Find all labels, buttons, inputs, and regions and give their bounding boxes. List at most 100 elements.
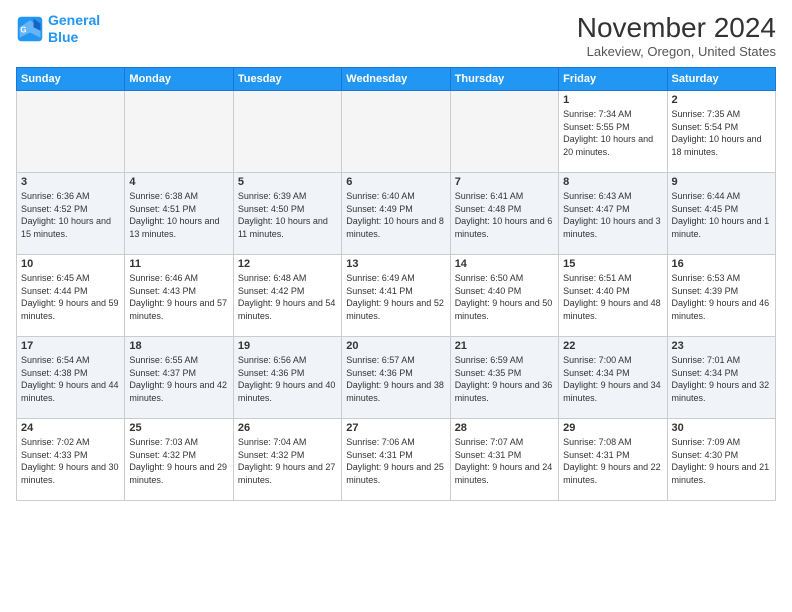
page: G General Blue November 2024 Lakeview, O… [0, 0, 792, 509]
calendar-cell-w3-d5: 14 Sunrise: 6:50 AM Sunset: 4:40 PM Dayli… [450, 255, 558, 337]
day-number: 3 [21, 176, 120, 188]
day-info: Sunrise: 6:53 AM Sunset: 4:39 PM Dayligh… [672, 272, 771, 322]
calendar-cell-w1-d7: 2 Sunrise: 7:35 AM Sunset: 5:54 PM Daylig… [667, 91, 775, 173]
logo: G General Blue [16, 12, 100, 46]
calendar-cell-w5-d6: 29Sunrise: 7:08 AM Sunset: 4:31 PM Dayli… [559, 419, 667, 501]
calendar-week-1: 1Sunrise: 7:34 AM Sunset: 5:55 PM Daylig… [17, 91, 776, 173]
calendar-cell-w4-d2: 18Sunrise: 6:55 AM Sunset: 4:37 PM Dayli… [125, 337, 233, 419]
col-monday: Monday [125, 68, 233, 91]
day-info: Sunrise: 6:56 AM Sunset: 4:36 PM Dayligh… [238, 354, 337, 404]
day-info: Sunrise: 7:35 AM Sunset: 5:54 PM Dayligh… [672, 108, 771, 158]
day-info: Sunrise: 7:06 AM Sunset: 4:31 PM Dayligh… [346, 436, 445, 486]
calendar-cell-w3-d3: 12 Sunrise: 6:48 AM Sunset: 4:42 PM Dayli… [233, 255, 341, 337]
day-number: 9 [672, 176, 771, 188]
day-info: Sunrise: 7:04 AM Sunset: 4:32 PM Dayligh… [238, 436, 337, 486]
day-info: Sunrise: 7:00 AM Sunset: 4:34 PM Dayligh… [563, 354, 662, 404]
day-info: Sunrise: 6:51 AM Sunset: 4:40 PM Dayligh… [563, 272, 662, 322]
calendar-cell-w4-d7: 23Sunrise: 7:01 AM Sunset: 4:34 PM Dayli… [667, 337, 775, 419]
day-number: 13 [346, 258, 445, 270]
day-number: 27 [346, 422, 445, 434]
calendar-week-4: 17 Sunrise: 6:54 AM Sunset: 4:38 PM Dayli… [17, 337, 776, 419]
day-number: 26 [238, 422, 337, 434]
day-info: Sunrise: 6:45 AM Sunset: 4:44 PM Dayligh… [21, 272, 120, 322]
calendar-cell-w1-d4 [342, 91, 450, 173]
day-info: Sunrise: 7:02 AM Sunset: 4:33 PM Dayligh… [21, 436, 120, 486]
day-number: 7 [455, 176, 554, 188]
day-info: Sunrise: 6:39 AM Sunset: 4:50 PM Dayligh… [238, 190, 337, 240]
calendar-cell-w5-d2: 25 Sunrise: 7:03 AM Sunset: 4:32 PM Dayli… [125, 419, 233, 501]
day-number: 12 [238, 258, 337, 270]
col-friday: Friday [559, 68, 667, 91]
day-number: 4 [129, 176, 228, 188]
calendar-cell-w4-d4: 20Sunrise: 6:57 AM Sunset: 4:36 PM Dayli… [342, 337, 450, 419]
day-info: Sunrise: 6:41 AM Sunset: 4:48 PM Dayligh… [455, 190, 554, 240]
col-sunday: Sunday [17, 68, 125, 91]
logo-line1: General [48, 12, 100, 28]
calendar-cell-w2-d2: 4 Sunrise: 6:38 AM Sunset: 4:51 PM Daylig… [125, 173, 233, 255]
day-number: 15 [563, 258, 662, 270]
calendar-cell-w3-d1: 10 Sunrise: 6:45 AM Sunset: 4:44 PM Dayli… [17, 255, 125, 337]
day-number: 10 [21, 258, 120, 270]
svg-text:G: G [20, 25, 26, 34]
calendar: Sunday Monday Tuesday Wednesday Thursday… [16, 67, 776, 501]
day-number: 2 [672, 94, 771, 106]
day-number: 24 [21, 422, 120, 434]
day-number: 16 [672, 258, 771, 270]
logo-line2: Blue [48, 29, 100, 46]
calendar-cell-w5-d7: 30 Sunrise: 7:09 AM Sunset: 4:30 PM Dayli… [667, 419, 775, 501]
day-info: Sunrise: 6:38 AM Sunset: 4:51 PM Dayligh… [129, 190, 228, 240]
day-number: 29 [563, 422, 662, 434]
col-tuesday: Tuesday [233, 68, 341, 91]
calendar-cell-w1-d6: 1Sunrise: 7:34 AM Sunset: 5:55 PM Daylig… [559, 91, 667, 173]
day-number: 1 [563, 94, 662, 106]
logo-text: General Blue [48, 12, 100, 46]
day-number: 21 [455, 340, 554, 352]
calendar-cell-w2-d5: 7 Sunrise: 6:41 AM Sunset: 4:48 PM Daylig… [450, 173, 558, 255]
calendar-cell-w3-d7: 16 Sunrise: 6:53 AM Sunset: 4:39 PM Dayli… [667, 255, 775, 337]
day-number: 11 [129, 258, 228, 270]
calendar-cell-w3-d6: 15 Sunrise: 6:51 AM Sunset: 4:40 PM Dayli… [559, 255, 667, 337]
day-info: Sunrise: 6:59 AM Sunset: 4:35 PM Dayligh… [455, 354, 554, 404]
day-info: Sunrise: 7:07 AM Sunset: 4:31 PM Dayligh… [455, 436, 554, 486]
col-wednesday: Wednesday [342, 68, 450, 91]
day-info: Sunrise: 6:55 AM Sunset: 4:37 PM Dayligh… [129, 354, 228, 404]
day-number: 17 [21, 340, 120, 352]
day-info: Sunrise: 6:46 AM Sunset: 4:43 PM Dayligh… [129, 272, 228, 322]
calendar-cell-w5-d1: 24 Sunrise: 7:02 AM Sunset: 4:33 PM Dayli… [17, 419, 125, 501]
calendar-week-2: 3 Sunrise: 6:36 AM Sunset: 4:52 PM Daylig… [17, 173, 776, 255]
calendar-cell-w1-d5 [450, 91, 558, 173]
day-info: Sunrise: 6:43 AM Sunset: 4:47 PM Dayligh… [563, 190, 662, 240]
calendar-cell-w3-d2: 11 Sunrise: 6:46 AM Sunset: 4:43 PM Dayli… [125, 255, 233, 337]
calendar-header-row: Sunday Monday Tuesday Wednesday Thursday… [17, 68, 776, 91]
day-info: Sunrise: 6:36 AM Sunset: 4:52 PM Dayligh… [21, 190, 120, 240]
calendar-cell-w1-d3 [233, 91, 341, 173]
day-info: Sunrise: 7:01 AM Sunset: 4:34 PM Dayligh… [672, 354, 771, 404]
day-info: Sunrise: 6:50 AM Sunset: 4:40 PM Dayligh… [455, 272, 554, 322]
day-number: 8 [563, 176, 662, 188]
day-number: 30 [672, 422, 771, 434]
day-info: Sunrise: 6:54 AM Sunset: 4:38 PM Dayligh… [21, 354, 120, 404]
calendar-cell-w2-d7: 9Sunrise: 6:44 AM Sunset: 4:45 PM Daylig… [667, 173, 775, 255]
calendar-cell-w4-d3: 19 Sunrise: 6:56 AM Sunset: 4:36 PM Dayli… [233, 337, 341, 419]
day-number: 28 [455, 422, 554, 434]
calendar-cell-w1-d1 [17, 91, 125, 173]
calendar-cell-w4-d5: 21 Sunrise: 6:59 AM Sunset: 4:35 PM Dayli… [450, 337, 558, 419]
calendar-cell-w2-d3: 5Sunrise: 6:39 AM Sunset: 4:50 PM Daylig… [233, 173, 341, 255]
day-number: 25 [129, 422, 228, 434]
location: Lakeview, Oregon, United States [577, 44, 776, 59]
col-saturday: Saturday [667, 68, 775, 91]
day-info: Sunrise: 6:48 AM Sunset: 4:42 PM Dayligh… [238, 272, 337, 322]
calendar-week-3: 10 Sunrise: 6:45 AM Sunset: 4:44 PM Dayli… [17, 255, 776, 337]
header: G General Blue November 2024 Lakeview, O… [16, 12, 776, 59]
day-number: 19 [238, 340, 337, 352]
day-number: 14 [455, 258, 554, 270]
day-info: Sunrise: 6:57 AM Sunset: 4:36 PM Dayligh… [346, 354, 445, 404]
day-info: Sunrise: 7:09 AM Sunset: 4:30 PM Dayligh… [672, 436, 771, 486]
calendar-cell-w4-d6: 22Sunrise: 7:00 AM Sunset: 4:34 PM Dayli… [559, 337, 667, 419]
calendar-cell-w2-d6: 8 Sunrise: 6:43 AM Sunset: 4:47 PM Daylig… [559, 173, 667, 255]
day-number: 6 [346, 176, 445, 188]
col-thursday: Thursday [450, 68, 558, 91]
day-info: Sunrise: 7:03 AM Sunset: 4:32 PM Dayligh… [129, 436, 228, 486]
day-info: Sunrise: 6:40 AM Sunset: 4:49 PM Dayligh… [346, 190, 445, 240]
title-area: November 2024 Lakeview, Oregon, United S… [577, 12, 776, 59]
